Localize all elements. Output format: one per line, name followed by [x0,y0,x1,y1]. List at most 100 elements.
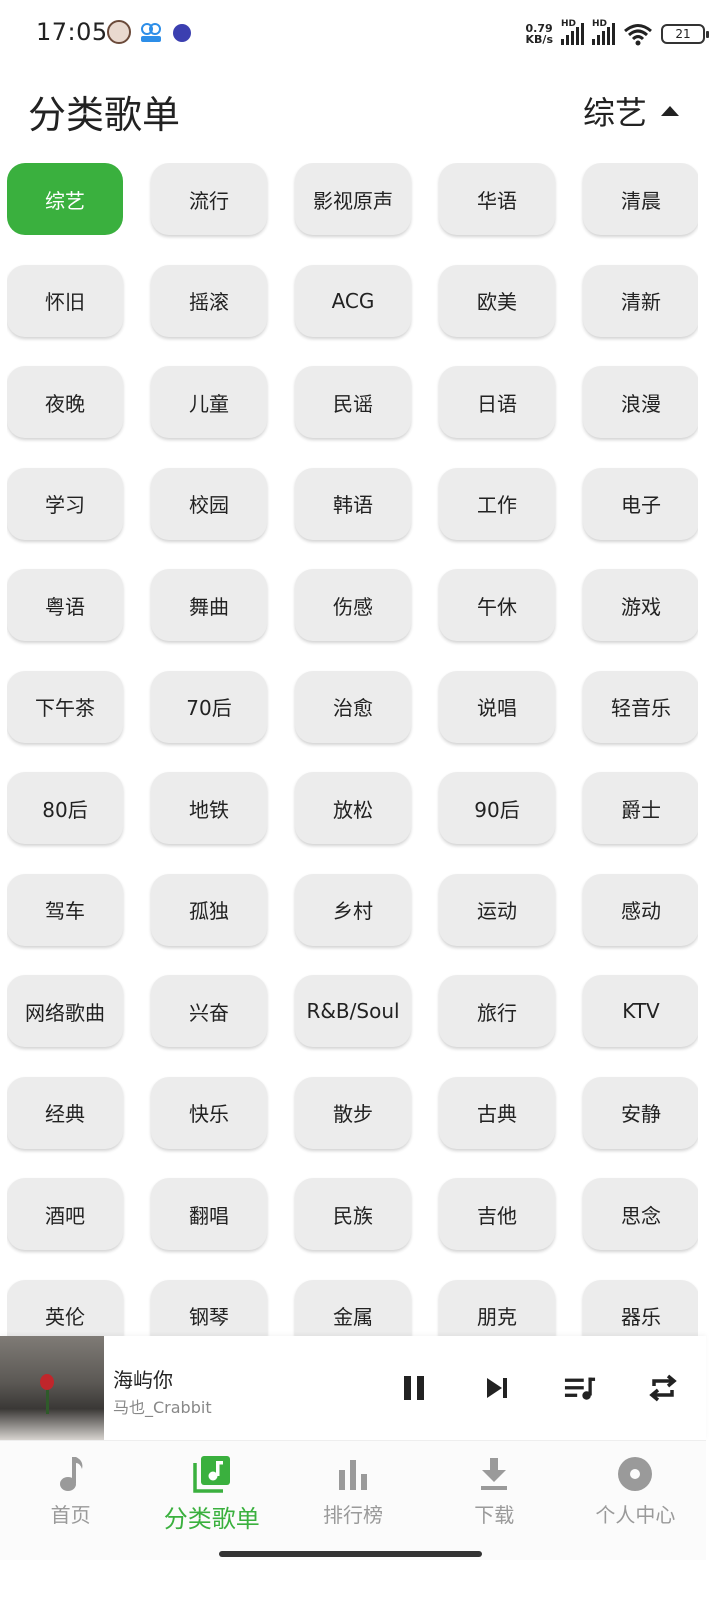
category-tag[interactable]: 孤独 [151,873,267,946]
category-tag[interactable]: 感动 [583,873,698,946]
nav-item-category[interactable]: 分类歌单 [141,1441,282,1560]
category-tag[interactable]: 旅行 [439,975,555,1047]
network-speed: 0.79 KB/s [525,22,553,46]
category-tag[interactable]: 英伦 [7,1279,123,1336]
category-tag[interactable]: 网络歌曲 [7,975,123,1047]
battery-icon: 21 [661,24,709,44]
disc-icon [618,1457,653,1491]
category-tag[interactable]: 下午茶 [7,670,123,743]
signal-icon: HD [592,19,615,45]
category-tag[interactable]: 怀旧 [7,264,123,337]
status-indicators: 0.79 KB/s HD HD 21 [525,19,709,48]
next-button[interactable] [481,1372,513,1404]
category-tag[interactable]: 轻音乐 [583,670,698,743]
nav-item-download[interactable]: 下载 [424,1441,565,1560]
category-tag[interactable]: 综艺 [7,163,123,235]
category-tag[interactable]: 70后 [151,670,267,743]
category-tag[interactable]: 日语 [439,366,555,438]
category-tag[interactable]: 放松 [295,772,411,844]
category-tag[interactable]: 粤语 [7,569,123,641]
category-tag[interactable]: 快乐 [151,1076,267,1149]
category-tag[interactable]: 浪漫 [583,366,698,438]
category-tag[interactable]: 酒吧 [7,1178,123,1250]
category-tag[interactable]: 电子 [583,467,698,540]
category-tag[interactable]: 工作 [439,467,555,540]
status-bar: 17:05 0.79 KB/s HD HD 21 [0,0,719,66]
category-tag[interactable]: 民谣 [295,366,411,438]
home-indicator [219,1551,482,1557]
status-time: 17:05 [36,18,108,46]
category-tag[interactable]: 金属 [295,1279,411,1336]
category-tag[interactable]: 华语 [439,163,555,235]
category-tag[interactable]: 乡村 [295,873,411,946]
mini-player[interactable]: 海屿你 马也_Crabbit [0,1336,706,1440]
repeat-icon [649,1374,677,1402]
category-tag[interactable]: 古典 [439,1076,555,1149]
category-grid: 综艺 流行 影视原声 华语 清晨怀旧 摇滚 ACG 欧美 清新夜晚 儿童 民谣 日语 浪漫学习 校园 韩语工… [7,163,698,1336]
category-tag[interactable]: 治愈 [295,670,411,743]
category-tag[interactable]: 翻唱 [151,1178,267,1250]
wifi-icon [624,24,652,46]
caret-up-icon [661,106,679,116]
download-icon [481,1458,508,1490]
category-tag[interactable]: 散步 [295,1076,411,1149]
category-tag[interactable]: 摇滚 [151,264,267,337]
category-tag[interactable]: 驾车 [7,873,123,946]
avatar-notification-icon [107,20,131,44]
category-tag[interactable]: 思念 [583,1178,698,1250]
category-tag[interactable]: 安静 [583,1076,698,1149]
category-tag[interactable]: 民族 [295,1178,411,1250]
category-tag[interactable]: 运动 [439,873,555,946]
category-tag[interactable]: 清新 [583,264,698,337]
category-tag[interactable]: ACG [295,264,411,337]
category-tag[interactable]: 伤感 [295,569,411,641]
category-tag[interactable]: 学习 [7,467,123,540]
category-tag[interactable]: 说唱 [439,670,555,743]
category-tag[interactable]: 经典 [7,1076,123,1149]
playlist-button[interactable] [564,1372,596,1404]
repeat-button[interactable] [647,1372,679,1404]
pause-button[interactable] [398,1372,430,1404]
category-tag[interactable]: 游戏 [583,569,698,641]
app-notification-icon [173,24,191,42]
music-note-icon [59,1457,82,1491]
category-tag[interactable]: 朋克 [439,1279,555,1336]
page-title: 分类歌单 [28,93,181,137]
category-tag[interactable]: 地铁 [151,772,267,844]
app-notification-icon [139,20,163,44]
current-category-label: 综艺 [582,94,647,132]
bottom-nav: 首页 分类歌单 排行榜 下载 个人中心 [0,1440,706,1560]
category-tag[interactable]: 夜晚 [7,366,123,438]
song-artist: 马也_Crabbit [113,1398,212,1417]
category-dropdown[interactable]: 综艺 [583,88,679,134]
category-tag[interactable]: 校园 [151,467,267,540]
category-tag[interactable]: 午休 [439,569,555,641]
category-tag[interactable]: 器乐 [583,1279,698,1336]
category-tag[interactable]: 90后 [439,772,555,844]
category-tag[interactable]: KTV [583,975,698,1047]
category-tag[interactable]: 清晨 [583,163,698,235]
category-tag[interactable]: 韩语 [295,467,411,540]
category-tag[interactable]: 流行 [151,163,267,235]
nav-item-profile[interactable]: 个人中心 [565,1441,706,1560]
category-tag[interactable]: 钢琴 [151,1279,267,1336]
signal-icon: HD [561,19,584,45]
category-tag[interactable]: 吉他 [439,1178,555,1250]
album-cover[interactable] [0,1336,104,1440]
next-icon [487,1378,507,1398]
category-tag[interactable]: 80后 [7,772,123,844]
category-tag[interactable]: 兴奋 [151,975,267,1047]
song-title: 海屿你 [113,1368,173,1392]
category-tag[interactable]: R&B/Soul [295,975,411,1047]
nav-item-home[interactable]: 首页 [0,1441,141,1560]
category-tag[interactable]: 影视原声 [295,163,411,235]
category-tag[interactable]: 儿童 [151,366,267,438]
category-tag[interactable]: 舞曲 [151,569,267,641]
bar-chart-icon [339,1460,367,1490]
pause-icon [404,1376,424,1400]
category-tag[interactable]: 欧美 [439,264,555,337]
playlist-icon [564,1377,596,1400]
album-list-icon [193,1456,230,1493]
nav-item-charts[interactable]: 排行榜 [282,1441,423,1560]
category-tag[interactable]: 爵士 [583,772,698,844]
